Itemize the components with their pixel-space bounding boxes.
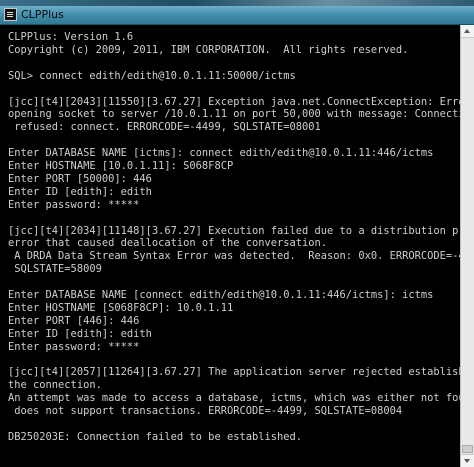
terminal-line: does not support transactions. ERRORCODE… xyxy=(8,405,403,418)
terminal-line: SQLSTATE=58009 xyxy=(8,263,102,276)
terminal-line: [jcc][t4][2057][11264][3.67.27] The appl… xyxy=(8,366,474,379)
window-title: CLPPlus xyxy=(21,8,64,21)
terminal-line: Enter PORT [446]: 446 xyxy=(8,314,140,327)
terminal-line: Enter DATABASE NAME [connect edith/edith… xyxy=(8,289,434,301)
terminal-line: the connection. xyxy=(8,379,102,392)
vertical-scrollbar[interactable] xyxy=(460,25,474,467)
terminal-line: opening socket to server /10.0.1.11 on p… xyxy=(8,108,474,121)
terminal-line: Enter password: ***** xyxy=(8,198,140,211)
terminal-line: Copyright (c) 2009, 2011, IBM CORPORATIO… xyxy=(8,43,409,56)
terminal-output[interactable]: CLPPlus: Version 1.6 Copyright (c) 2009, … xyxy=(0,25,474,467)
scroll-up-arrow-icon[interactable] xyxy=(461,25,474,38)
terminal-icon[interactable] xyxy=(4,8,17,21)
title-bar[interactable]: CLPPlus xyxy=(0,6,474,25)
terminal-line: Enter HOSTNAME [10.0.1.11]: S068F8CP xyxy=(8,160,234,172)
terminal-line: Enter password: ***** xyxy=(8,340,140,353)
terminal-line: error that caused deallocation of the co… xyxy=(8,237,328,250)
scroll-down-arrow-icon[interactable] xyxy=(461,454,474,467)
clpplus-window: CLPPlus CLPPlus: Version 1.6 Copyright (c… xyxy=(0,0,474,467)
terminal-line: SQL> connect edith/edith@10.0.1.11:50000… xyxy=(8,69,296,82)
terminal-line: [jcc][t4][2043][11550][3.67.27] Exceptio… xyxy=(8,95,471,108)
terminal-line: CLPPlus: Version 1.6 xyxy=(8,31,134,43)
terminal-line: Enter ID [edith]: edith xyxy=(8,327,152,340)
terminal-line: An attempt was made to access a database… xyxy=(8,392,474,405)
terminal-line: refused: connect. ERRORCODE=-4499, SQLST… xyxy=(8,121,321,134)
terminal-line: DB250203E: Connection failed to be estab… xyxy=(8,430,303,443)
terminal-line: Enter ID [edith]: edith xyxy=(8,185,152,198)
terminal-line: Enter DATABASE NAME [ictms]: connect edi… xyxy=(8,147,434,160)
terminal-line: Enter HOSTNAME [S068F8CP]: 10.0.1.11 xyxy=(8,301,234,314)
terminal-line: [jcc][t4][2034][11148][3.67.27] Executio… xyxy=(8,224,474,237)
terminal-line: Enter PORT [50000]: 446 xyxy=(8,172,152,185)
terminal-line: A DRDA Data Stream Syntax Error was dete… xyxy=(8,250,474,263)
scroll-thumb[interactable] xyxy=(462,445,473,453)
